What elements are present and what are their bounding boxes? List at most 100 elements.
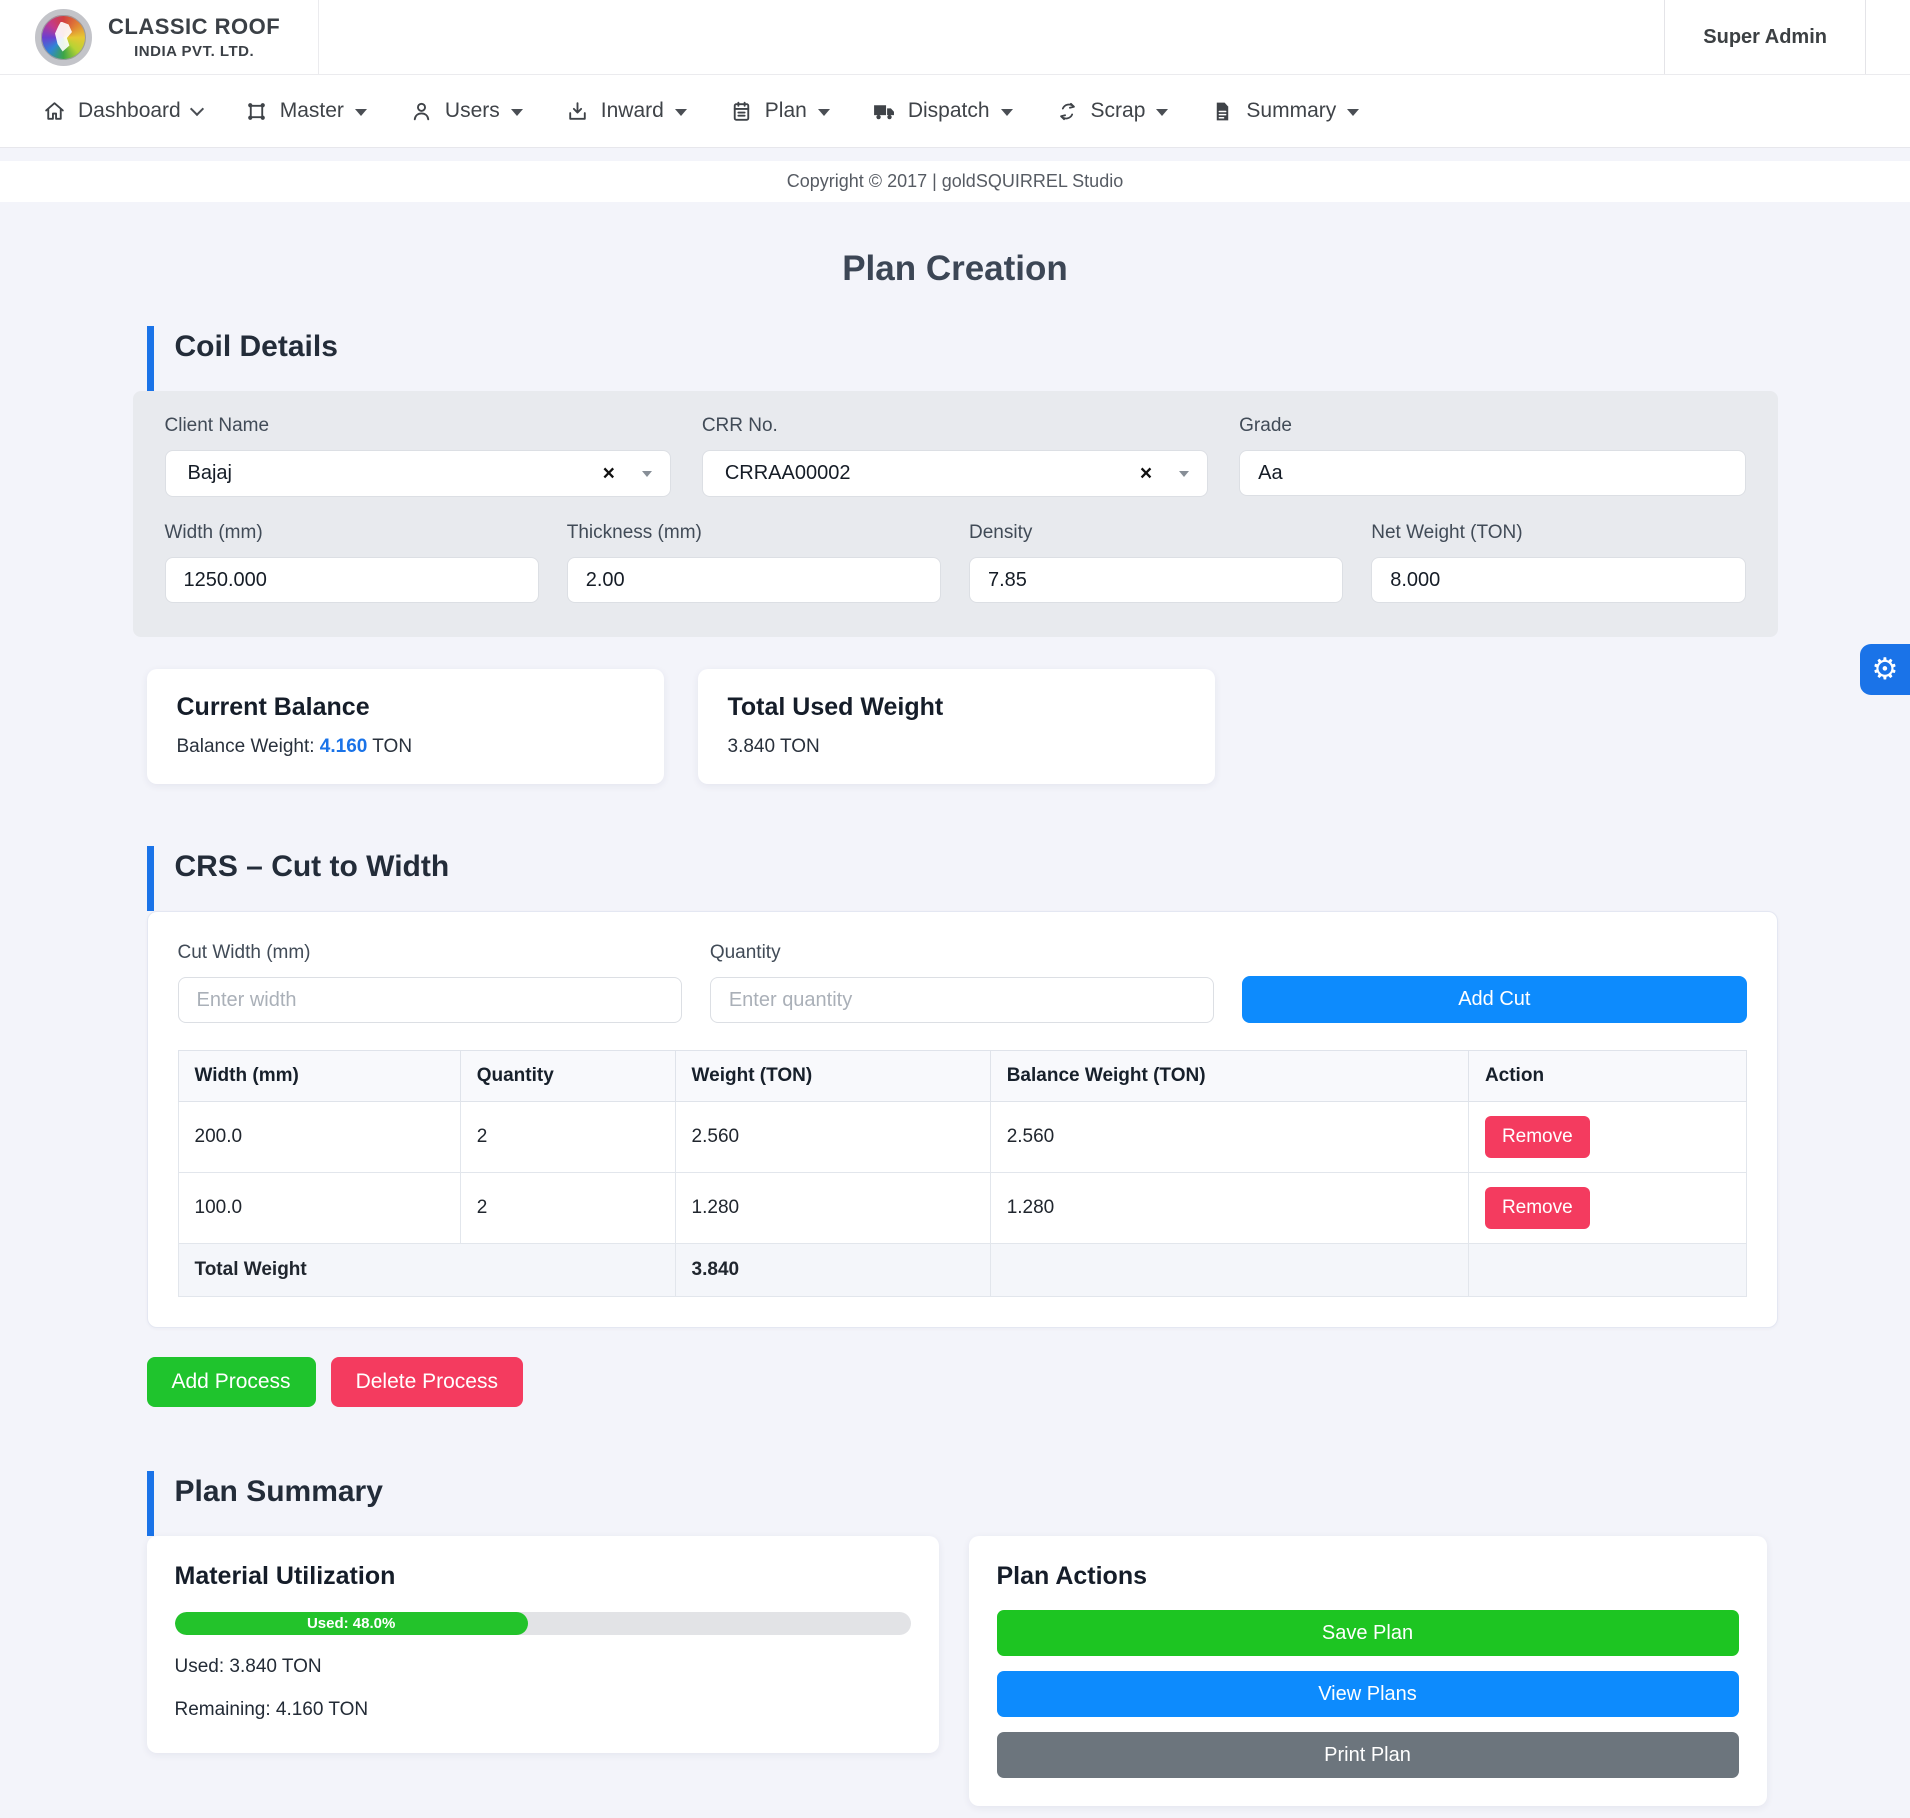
density-input[interactable] xyxy=(969,557,1343,603)
view-plans-button[interactable]: View Plans xyxy=(997,1671,1739,1717)
process-buttons-row: Add Process Delete Process xyxy=(147,1357,1778,1407)
brand-line1: CLASSIC ROOF xyxy=(108,14,280,40)
spacer xyxy=(0,148,1910,161)
utilization-progress: Used: 48.0% xyxy=(175,1612,911,1635)
add-cut-button[interactable]: Add Cut xyxy=(1242,976,1746,1023)
clipboard-icon xyxy=(729,99,754,124)
user-name: Super Admin xyxy=(1703,26,1827,49)
remove-cut-button[interactable]: Remove xyxy=(1485,1187,1590,1229)
col-header-weight: Weight (TON) xyxy=(675,1051,990,1102)
caret-down-icon xyxy=(675,109,687,116)
coil-details-heading: Coil Details xyxy=(147,326,1778,391)
nav-item-inward[interactable]: Inward xyxy=(565,99,687,124)
brand: CLASSIC ROOF INDIA PVT. LTD. xyxy=(0,0,319,74)
print-plan-button[interactable]: Print Plan xyxy=(997,1732,1739,1778)
settings-fab[interactable]: ⚙ xyxy=(1860,644,1910,695)
page-title: Plan Creation xyxy=(133,249,1778,289)
total-used-weight-value: 3.840 TON xyxy=(728,736,1185,758)
density-field-group: Density xyxy=(969,522,1343,603)
current-balance-title: Current Balance xyxy=(177,693,634,722)
nav-item-summary[interactable]: Summary xyxy=(1210,99,1359,124)
utilization-progress-label: Used: 48.0% xyxy=(307,1615,395,1632)
total-used-weight-title: Total Used Weight xyxy=(728,693,1185,722)
plan-summary-heading: Plan Summary xyxy=(147,1471,1778,1536)
used-stat: Used: 3.840 TON xyxy=(175,1656,911,1678)
table-row: 100.0 2 1.280 1.280 Remove xyxy=(178,1173,1746,1244)
plan-actions-title: Plan Actions xyxy=(997,1562,1739,1591)
add-process-button[interactable]: Add Process xyxy=(147,1357,316,1407)
crs-heading: CRS – Cut to Width xyxy=(147,846,1778,911)
remaining-stat: Remaining: 4.160 TON xyxy=(175,1699,911,1721)
caret-down-icon xyxy=(1001,109,1013,116)
width-field-group: Width (mm) xyxy=(165,522,539,603)
thickness-label: Thickness (mm) xyxy=(567,522,941,544)
coil-details-panel: Client Name Bajaj × CRR No. CRRAA00002 × xyxy=(133,391,1778,637)
col-header-balance: Balance Weight (TON) xyxy=(990,1051,1468,1102)
total-weight-label: Total Weight xyxy=(178,1244,675,1297)
nav-item-users[interactable]: Users xyxy=(409,99,523,124)
net-weight-label: Net Weight (TON) xyxy=(1371,522,1745,544)
col-header-width: Width (mm) xyxy=(178,1051,460,1102)
balance-cards-row: Current Balance Balance Weight: 4.160 TO… xyxy=(147,669,1778,784)
quantity-field-group: Quantity xyxy=(710,942,1214,1023)
plan-actions-card: Plan Actions Save Plan View Plans Print … xyxy=(969,1536,1767,1806)
quantity-label: Quantity xyxy=(710,942,1214,964)
brand-line2: INDIA PVT. LTD. xyxy=(108,43,280,60)
nav-item-master[interactable]: Master xyxy=(244,99,367,124)
caret-down-icon xyxy=(511,109,523,116)
current-balance-card: Current Balance Balance Weight: 4.160 TO… xyxy=(147,669,664,784)
material-utilization-card: Material Utilization Used: 48.0% Used: 3… xyxy=(147,1536,939,1753)
quantity-input[interactable] xyxy=(710,977,1214,1023)
truck-icon xyxy=(872,99,897,124)
width-input[interactable] xyxy=(165,557,539,603)
user-menu[interactable]: Super Admin xyxy=(1664,0,1866,74)
recycle-icon xyxy=(1055,99,1080,124)
total-used-weight-card: Total Used Weight 3.840 TON xyxy=(698,669,1215,784)
total-weight-value: 3.840 xyxy=(675,1244,990,1297)
nav-label: Dashboard xyxy=(78,99,181,123)
nav-item-scrap[interactable]: Scrap xyxy=(1055,99,1169,124)
crr-no-field-group: CRR No. CRRAA00002 × xyxy=(702,415,1208,497)
col-header-quantity: Quantity xyxy=(460,1051,675,1102)
nav-label: Users xyxy=(445,99,500,123)
client-name-select[interactable]: Bajaj × xyxy=(165,450,671,497)
main-content: Plan Creation Coil Details Client Name B… xyxy=(133,249,1778,1806)
nav-label: Summary xyxy=(1246,99,1336,123)
main-nav: Dashboard Master Users Inward Plan Dispa… xyxy=(0,75,1910,148)
cuts-table: Width (mm) Quantity Weight (TON) Balance… xyxy=(178,1050,1747,1297)
nav-label: Inward xyxy=(601,99,664,123)
material-utilization-title: Material Utilization xyxy=(175,1562,911,1591)
gear-icon: ⚙ xyxy=(1872,652,1899,687)
clear-icon[interactable]: × xyxy=(603,463,615,484)
table-row: 200.0 2 2.560 2.560 Remove xyxy=(178,1102,1746,1173)
nav-label: Master xyxy=(280,99,344,123)
select-caret-icon xyxy=(1179,471,1189,477)
clear-icon[interactable]: × xyxy=(1140,463,1152,484)
top-header: CLASSIC ROOF INDIA PVT. LTD. Super Admin xyxy=(0,0,1910,75)
user-icon xyxy=(409,99,434,124)
nav-label: Dispatch xyxy=(908,99,990,123)
col-header-action: Action xyxy=(1468,1051,1746,1102)
cut-width-input[interactable] xyxy=(178,977,682,1023)
client-name-field-group: Client Name Bajaj × xyxy=(165,415,671,497)
client-name-value: Bajaj xyxy=(188,462,232,485)
net-weight-input[interactable] xyxy=(1371,557,1745,603)
plan-summary-section: Plan Summary Material Utilization Used: … xyxy=(133,1471,1778,1806)
caret-down-icon xyxy=(355,109,367,116)
remove-cut-button[interactable]: Remove xyxy=(1485,1116,1590,1158)
copyright-text: Copyright © 2017 | goldSQUIRREL Studio xyxy=(787,171,1123,192)
width-label: Width (mm) xyxy=(165,522,539,544)
home-icon xyxy=(42,99,67,124)
nav-label: Plan xyxy=(765,99,807,123)
nav-label: Scrap xyxy=(1091,99,1146,123)
save-plan-button[interactable]: Save Plan xyxy=(997,1610,1739,1656)
delete-process-button[interactable]: Delete Process xyxy=(331,1357,523,1407)
crr-no-select[interactable]: CRRAA00002 × xyxy=(702,450,1208,497)
nav-item-plan[interactable]: Plan xyxy=(729,99,830,124)
grade-input[interactable] xyxy=(1239,450,1745,496)
nav-item-dashboard[interactable]: Dashboard xyxy=(42,99,202,124)
thickness-input[interactable] xyxy=(567,557,941,603)
nav-item-dispatch[interactable]: Dispatch xyxy=(872,99,1013,124)
client-name-label: Client Name xyxy=(165,415,671,437)
crs-card: Cut Width (mm) Quantity Add Cut Width (m… xyxy=(147,911,1778,1328)
